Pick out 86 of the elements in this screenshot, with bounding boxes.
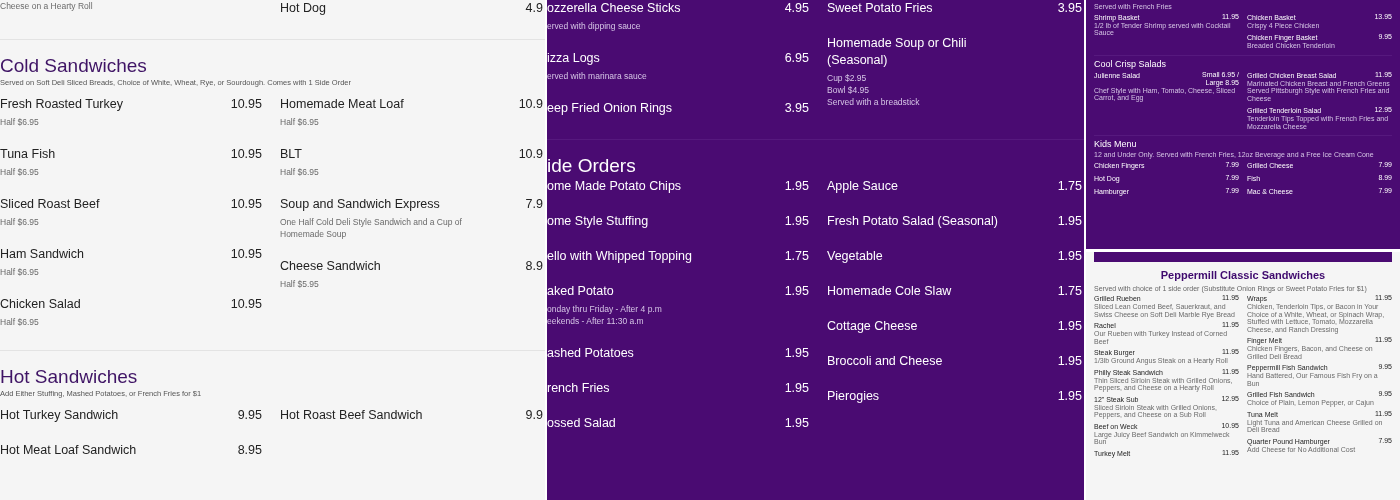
item-name: Vegetable (827, 248, 883, 265)
item-description: Half $6.95 (280, 166, 320, 178)
item-price: 4.95 (784, 0, 809, 16)
item-name: ome Made Potato Chips (547, 178, 682, 195)
item-price: 7.9 (525, 196, 543, 212)
item-price: 6.95 (784, 50, 809, 66)
item-name: aked Potato (547, 283, 614, 300)
item-name: Pierogies (827, 388, 880, 405)
item-description: Cheese on a Hearty Roll (0, 0, 94, 12)
item-price: 10.95 (230, 296, 262, 312)
item-price: 1.95 (1057, 248, 1082, 264)
section-title: Cold Sandwiches (0, 54, 148, 78)
item-description: Half $6.95 (0, 316, 40, 328)
section-title: Kids Menu (1094, 139, 1138, 150)
item-name: Hot Roast Beef Sandwich (280, 407, 423, 424)
item-price: 1.95 (784, 213, 809, 229)
section-title: Cool Crisp Salads (1094, 58, 1168, 70)
section-title: ide Orders (547, 154, 637, 178)
item-name: Fresh Roasted Turkey (0, 96, 123, 113)
item-price: 1.95 (1057, 318, 1082, 334)
item-description: onday thru Friday - After 4 p.m (547, 303, 663, 315)
item-name: Sliced Roast Beef (0, 196, 100, 213)
item-name: Apple Sauce (827, 178, 898, 195)
item-price: 8.95 (237, 442, 262, 458)
item-name: Soup and Sandwich Express (280, 196, 440, 213)
item-description: eekends - After 11:30 a.m (547, 315, 645, 327)
item-price: 1.75 (1057, 178, 1082, 194)
item-name: ome Style Stuffing (547, 213, 649, 230)
item-name: ossed Salad (547, 415, 616, 432)
item-price: 1.95 (784, 380, 809, 396)
item-name: izza Logs (547, 50, 600, 67)
item-price: 10.9 (518, 146, 543, 162)
item-name: Tuna Fish (0, 146, 56, 163)
item-name: Broccoli and Cheese (827, 353, 943, 370)
item-name: rench Fries (547, 380, 610, 397)
item-price: 1.95 (784, 415, 809, 431)
section-title: Peppermill Classic Sandwiches (1159, 267, 1327, 283)
item-price: 10.9 (518, 96, 543, 112)
item-name: Fresh Potato Salad (Seasonal) (827, 213, 998, 230)
item-price: 1.95 (784, 283, 809, 299)
item-name: Cottage Cheese (827, 318, 918, 335)
item-description: Half $6.95 (0, 116, 40, 128)
item-name: Sweet Potato Fries (827, 0, 933, 17)
item-name: Hot Dog (280, 0, 326, 17)
item-price: 1.95 (1057, 353, 1082, 369)
item-description: Half $6.95 (0, 216, 40, 228)
item-price: 3.95 (1057, 0, 1082, 16)
item-price: 1.75 (1057, 283, 1082, 299)
item-name: Hot Meat Loaf Sandwich (0, 442, 137, 459)
item-name: Cheese Sandwich (280, 258, 381, 275)
item-name: Homemade Soup or Chili (Seasonal) (827, 35, 967, 69)
item-name: ozzerella Cheese Sticks (547, 0, 681, 17)
item-description: Served with a breadstick (827, 96, 921, 108)
item-description: erved with dipping sauce (547, 20, 642, 32)
item-price: 3.95 (784, 100, 809, 116)
item-name: Homemade Cole Slaw (827, 283, 952, 300)
item-name: BLT (280, 146, 302, 163)
item-price: 10.95 (230, 196, 262, 212)
item-name: Ham Sandwich (0, 246, 85, 263)
item-description: Bowl $4.95 (827, 84, 871, 96)
item-description: Cup $2.95 (827, 72, 868, 84)
item-price: 4.9 (525, 0, 543, 16)
item-price: 10.95 (230, 246, 262, 262)
section-title: Hot Sandwiches (0, 365, 139, 389)
item-description: erved with marinara sauce (547, 70, 648, 82)
item-name: ello with Whipped Topping (547, 248, 692, 265)
item-price: 1.95 (784, 345, 809, 361)
item-name: ashed Potatoes (547, 345, 634, 362)
item-name: Chicken Salad (0, 296, 81, 313)
item-price: 1.95 (1057, 213, 1082, 229)
item-price: 1.75 (784, 248, 809, 264)
item-description: Half $6.95 (0, 166, 40, 178)
item-description: One Half Cold Deli Style Sandwich and a Cup of Homemade Soup (280, 216, 463, 240)
item-price: 10.95 (230, 96, 262, 112)
item-price: 9.95 (237, 407, 262, 423)
item-price: 8.9 (525, 258, 543, 274)
item-price: 1.95 (1057, 388, 1082, 404)
item-price: 9.9 (525, 407, 543, 423)
item-description: Half $6.95 (280, 116, 320, 128)
item-price: 1.95 (784, 178, 809, 194)
item-name: Homemade Meat Loaf (280, 96, 404, 113)
item-price: 10.95 (230, 146, 262, 162)
item-description: Half $5.95 (280, 278, 320, 290)
item-name: Hot Turkey Sandwich (0, 407, 119, 424)
item-description: Half $6.95 (0, 266, 40, 278)
item-name: eep Fried Onion Rings (547, 100, 673, 117)
